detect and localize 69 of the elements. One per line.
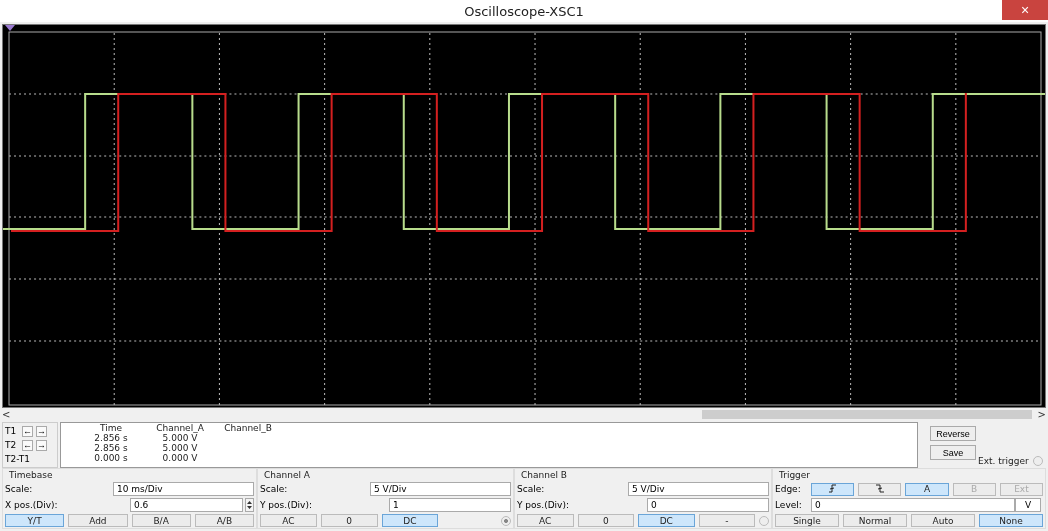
scale-field[interactable]: 10 ms/Div [113,482,254,496]
coupling-button[interactable]: 0 [320,514,378,527]
mode-button[interactable]: Add [68,514,128,527]
column-header: Channel_B [223,423,273,433]
group-title: Channel A [263,470,311,480]
field-label: X pos.(Div): [5,500,58,510]
window-title: Oscilloscope-XSC1 [464,3,584,19]
trigger-mode-button[interactable]: Single [775,514,839,527]
table-cell-text: 5.000 V [161,443,199,453]
scale-field[interactable]: 5 V/Div [370,482,511,496]
trigger-mode-button[interactable]: None [979,514,1043,527]
coupling-button[interactable]: - [698,514,755,527]
field-label: Edge: [775,484,802,494]
cursor-label: T2-T1 [5,454,30,465]
cursor-label: T1 [5,426,18,437]
level-field[interactable]: 0 [811,498,1015,512]
falling-edge-icon [875,483,884,493]
table-cell-text: 2.856 s [93,433,129,443]
group-title: Timebase [8,470,54,480]
cursor-left-button[interactable]: ← [22,425,33,437]
mode-button[interactable]: B/A [131,514,191,527]
coupling-button[interactable]: DC [638,514,695,527]
field-label: Level: [775,500,803,510]
table-cell-text: 2.856 s [93,443,129,453]
coupling-button[interactable]: 0 [577,514,634,527]
coupling-button[interactable]: DC [381,514,439,527]
cursor-label: T2 [5,440,18,451]
field-label: Scale: [260,484,288,494]
position-field[interactable]: 0 [647,498,769,512]
action-button[interactable]: Reverse [930,426,976,441]
ext-trigger-radio[interactable] [1032,456,1043,466]
rising-edge-icon [828,483,837,493]
table-cell-text: 0.000 s [93,453,129,463]
field-label: Scale: [5,484,33,494]
field-label: Y pos.(Div): [517,500,569,510]
cursor-right-button[interactable]: → [36,425,47,437]
coupling-button[interactable]: AC [517,514,574,527]
cursor-left-button[interactable]: ← [22,440,33,451]
ext-trigger-label: Ext. trigger [978,456,1029,466]
field-label: Scale: [517,484,545,494]
scale-field[interactable]: 5 V/Div [628,482,769,496]
source-button[interactable]: A [905,482,949,496]
close-button[interactable]: × [1002,0,1048,20]
field-label: Y pos.(Div): [260,500,312,510]
trigger-mode-button[interactable]: Auto [911,514,975,527]
cursor-right-button[interactable]: → [36,440,47,451]
scroll-right-button[interactable]: > [1037,408,1046,420]
table-cell-text: 0.000 V [161,453,199,463]
unit-field[interactable]: V [1015,498,1041,512]
table-cell-text: 5.000 V [162,433,198,443]
spinner-icon[interactable] [245,498,254,512]
channel-radio[interactable] [759,515,769,526]
scrollbar-thumb[interactable] [701,409,1032,419]
cursor-marker-icon[interactable] [5,25,15,31]
channel-radio[interactable] [501,515,511,526]
column-header: Channel_A [155,423,205,433]
edge-button[interactable] [858,482,902,496]
group-title: Trigger [778,470,812,480]
mode-button[interactable]: Y/T [5,514,65,527]
edge-button[interactable] [811,482,855,496]
mode-button[interactable]: A/B [194,514,254,527]
group-title: Channel B [520,470,568,480]
action-button[interactable]: Save [930,445,976,460]
position-field[interactable]: 0.6 [130,498,243,512]
position-field[interactable]: 1 [389,498,511,512]
column-header: Time [99,423,123,433]
trigger-mode-button[interactable]: Normal [843,514,907,527]
coupling-button[interactable]: AC [260,514,317,527]
scroll-left-button[interactable]: < [2,408,11,420]
